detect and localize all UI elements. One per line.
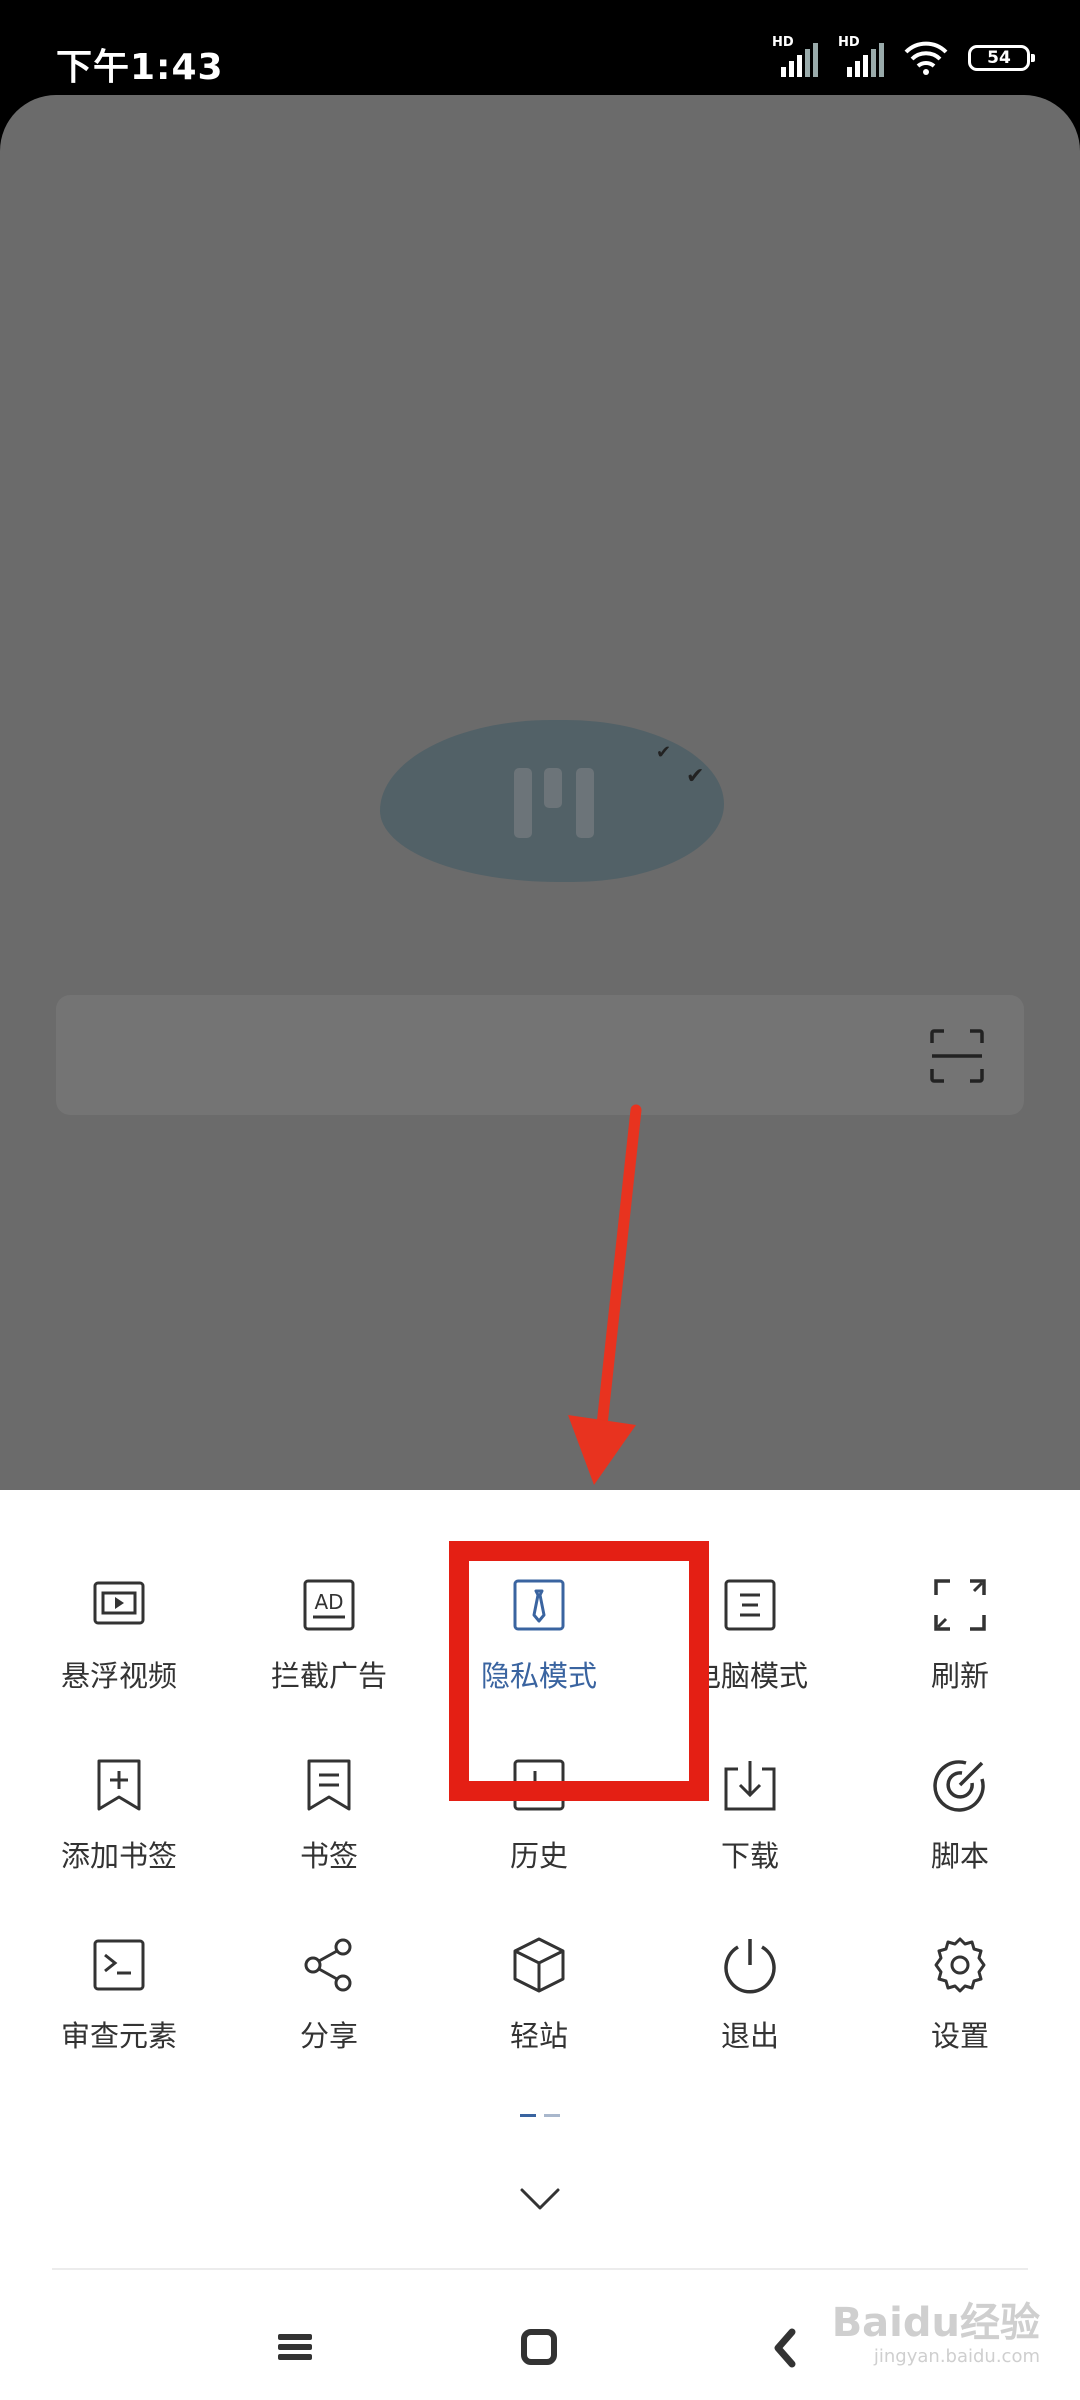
power-icon	[724, 1939, 776, 1994]
watermark-sub: jingyan.baidu.com	[873, 2346, 1040, 2367]
menu-item-label: 拦截广告	[270, 1659, 387, 1693]
menu-item-share[interactable]: 分享	[249, 1935, 409, 2055]
refresh-icon	[934, 1579, 986, 1631]
menu-item-floating-video[interactable]: 悬浮视频	[39, 1575, 199, 1695]
menu-item-label: 历史	[509, 1839, 568, 1873]
menu-item-label: 悬浮视频	[60, 1659, 177, 1693]
light-site-icon	[513, 1937, 565, 1993]
menu-item-gear[interactable]: 设置	[880, 1935, 1040, 2055]
menu-item-power[interactable]: 退出	[670, 1935, 830, 2055]
status-time: 下午1:43	[56, 47, 224, 88]
home-icon[interactable]	[510, 2318, 570, 2378]
ad-block-icon: AD	[303, 1579, 355, 1631]
menu-item-label: 脚本	[930, 1839, 989, 1873]
menu-item-label: 书签	[299, 1839, 358, 1873]
highlight-box	[449, 1541, 709, 1801]
menu-item-script[interactable]: 脚本	[880, 1755, 1040, 1875]
page-dot-active	[520, 2114, 536, 2117]
scan-icon[interactable]	[930, 1029, 984, 1083]
bird-icon-2: ✔	[686, 764, 705, 789]
menu-item-label: 轻站	[509, 2019, 568, 2053]
menu-item-inspect-element[interactable]: 审查元素	[39, 1935, 199, 2055]
status-icons: HD HD 54	[772, 35, 1035, 78]
gear-icon	[934, 1937, 986, 1993]
menu-item-label: 设置	[930, 2019, 989, 2053]
browser-logo: ✔ ✔	[380, 720, 724, 882]
menu-item-label: 添加书签	[60, 1839, 177, 1873]
menu-item-refresh[interactable]: 刷新	[880, 1575, 1040, 1695]
menu-icon[interactable]	[266, 2318, 326, 2378]
add-bookmark-icon	[97, 1759, 141, 1811]
bird-icon: ✔	[656, 742, 672, 763]
menu-item-light-site[interactable]: 轻站	[459, 1935, 619, 2055]
share-icon	[304, 1938, 352, 1992]
watermark: Baidu经验 jingyan.baidu.com	[832, 2290, 1040, 2367]
menu-item-label: 审查元素	[60, 2019, 177, 2053]
page-indicator	[0, 2114, 1080, 2117]
menu-item-label: 分享	[299, 2019, 358, 2053]
download-icon	[724, 1761, 776, 1811]
svg-text:AD: AD	[314, 1590, 343, 1614]
script-icon	[933, 1760, 985, 1812]
menu-item-label: 退出	[720, 2019, 779, 2053]
desktop-mode-icon	[724, 1579, 776, 1631]
menu-item-add-bookmark[interactable]: 添加书签	[39, 1755, 199, 1875]
menu-item-ad-block[interactable]: AD 拦截广告	[249, 1575, 409, 1695]
chevron-down-icon[interactable]	[510, 2180, 570, 2220]
back-icon[interactable]	[756, 2318, 816, 2378]
watermark-main: Baidu经验	[831, 2300, 1040, 2346]
menu-item-label: 刷新	[930, 1659, 989, 1693]
wifi-icon	[904, 41, 948, 75]
annotation-arrow	[568, 1104, 642, 1485]
cell-signal-icon-2: HD	[838, 35, 884, 77]
menu-item-bookmarks[interactable]: 书签	[249, 1755, 409, 1875]
status-bar: 下午1:43 HD HD 54	[0, 0, 1080, 95]
inspect-element-icon	[93, 1939, 145, 1991]
bookmarks-icon	[307, 1759, 351, 1811]
page-dot	[544, 2114, 560, 2117]
menu-item-label: 下载	[720, 1839, 779, 1873]
search-input[interactable]	[56, 995, 1024, 1115]
battery-icon: 54	[968, 45, 1035, 71]
browser-home-page: ✔ ✔	[0, 95, 1080, 1490]
cell-signal-icon: HD	[772, 35, 818, 77]
floating-video-icon	[93, 1581, 145, 1625]
